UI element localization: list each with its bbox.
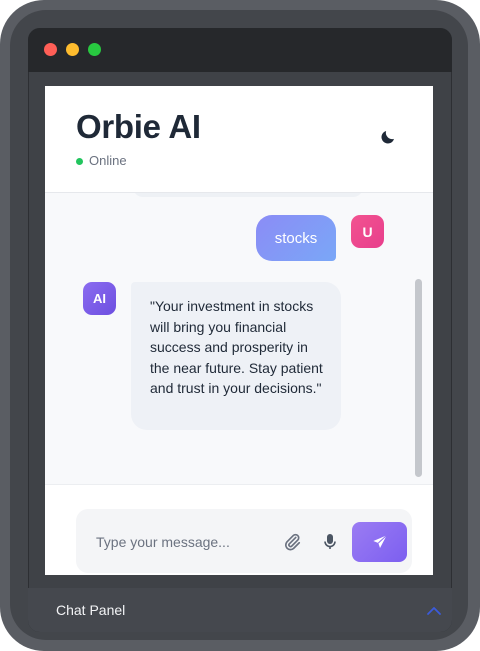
microphone-icon[interactable]: [322, 531, 338, 553]
user-message-bubble: stocks: [256, 215, 336, 261]
app-title: Orbie AI: [76, 108, 201, 145]
chevron-up-icon[interactable]: [426, 604, 442, 616]
close-window-button[interactable]: [44, 43, 57, 56]
minimize-window-button[interactable]: [66, 43, 79, 56]
composer: [76, 509, 412, 573]
panel-label: Chat Panel: [56, 602, 126, 618]
window-titlebar: [28, 28, 452, 72]
chat-panel-bar[interactable]: Chat Panel: [28, 588, 452, 632]
ai-avatar: AI: [83, 282, 116, 315]
online-status-dot: [76, 158, 83, 165]
paperclip-icon[interactable]: [282, 531, 302, 553]
chat-header: Orbie AI Online: [45, 86, 433, 193]
ai-message-bubble: "Your investment in stocks will bring yo…: [131, 282, 341, 430]
maximize-window-button[interactable]: [88, 43, 101, 56]
user-avatar: U: [351, 215, 384, 248]
user-message-text: stocks: [274, 229, 318, 247]
scrollbar-thumb[interactable]: [415, 279, 422, 477]
previous-message-bubble: [133, 193, 363, 197]
device-frame: Orbie AI Online stocks U AI "Your invest…: [0, 0, 480, 651]
message-input[interactable]: [94, 529, 268, 555]
status-text: Online: [89, 153, 127, 168]
chat-app: Orbie AI Online stocks U AI "Your invest…: [45, 86, 433, 575]
device-screen: Orbie AI Online stocks U AI "Your invest…: [10, 10, 468, 640]
message-list[interactable]: stocks U AI "Your investment in stocks w…: [45, 193, 433, 484]
composer-area: [45, 484, 433, 575]
send-button[interactable]: [352, 522, 407, 562]
moon-icon[interactable]: [373, 122, 403, 152]
ai-message-text: "Your investment in stocks will bring yo…: [150, 298, 323, 396]
browser-window: Orbie AI Online stocks U AI "Your invest…: [28, 28, 452, 632]
send-icon: [372, 534, 387, 548]
